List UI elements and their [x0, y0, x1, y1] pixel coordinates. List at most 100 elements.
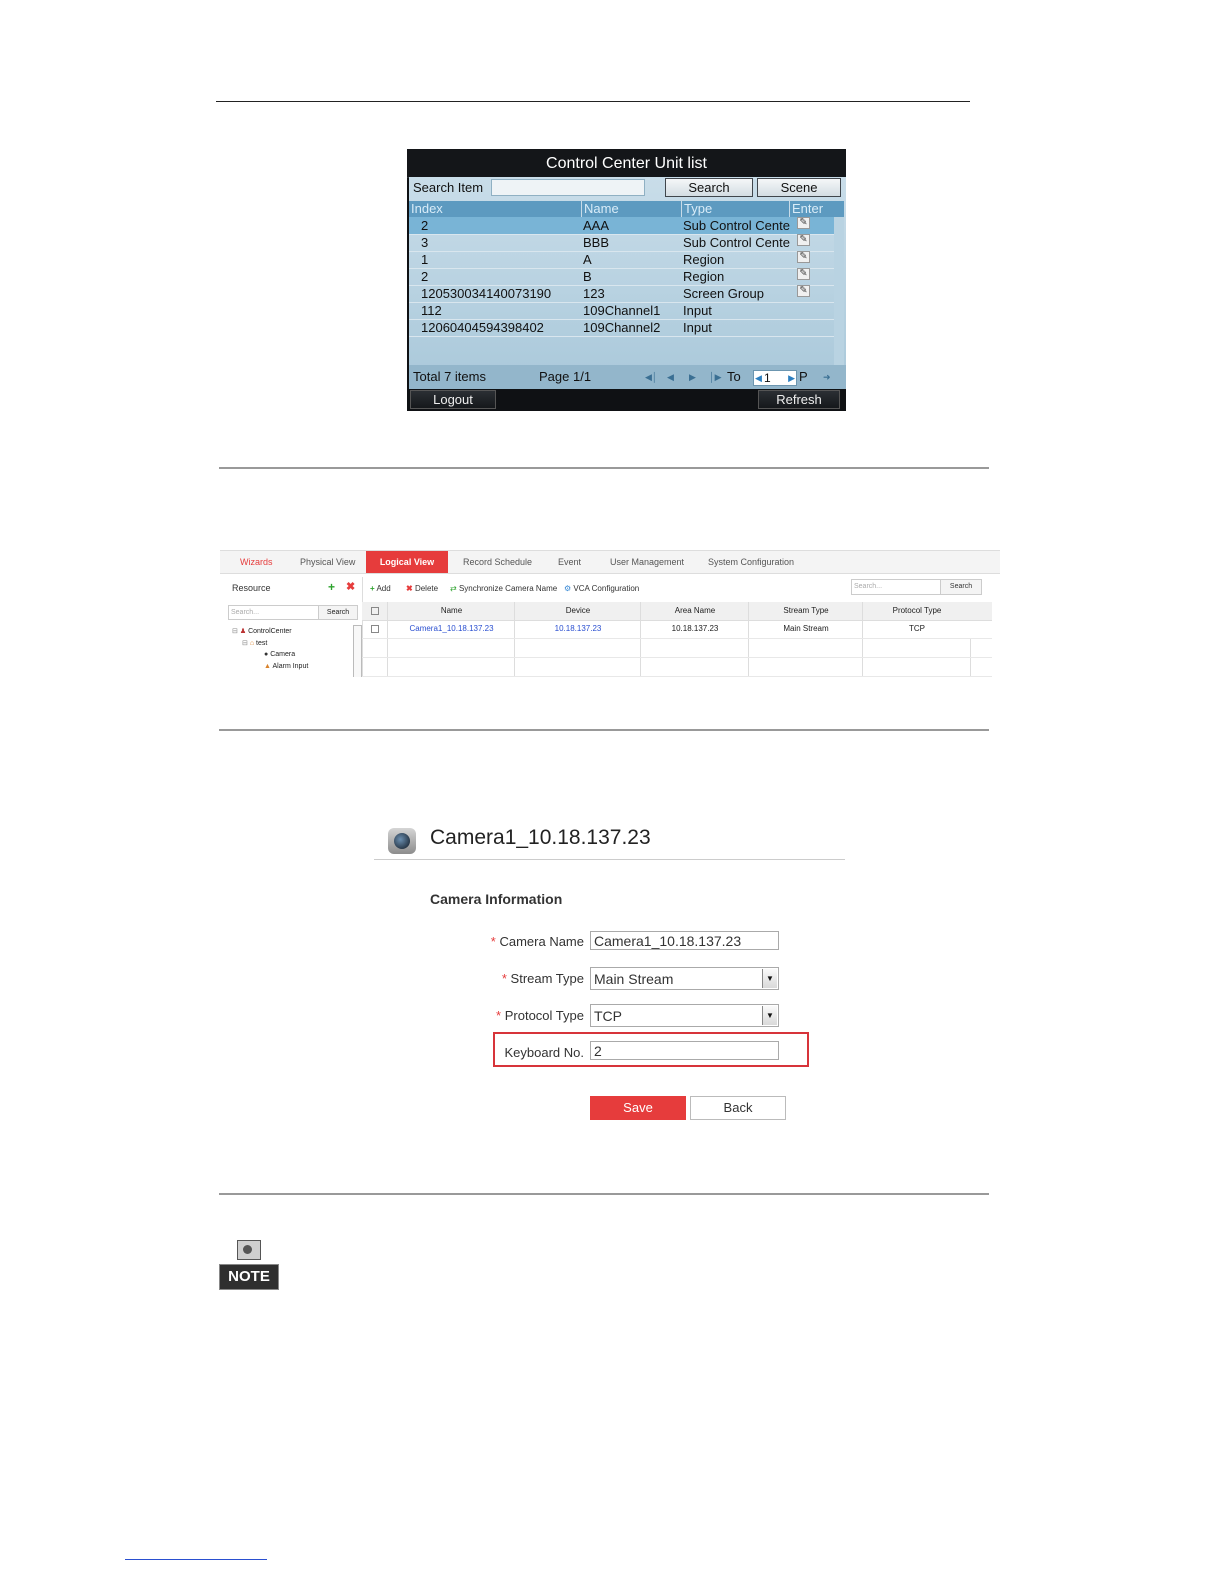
gear-icon: ⚙: [564, 584, 572, 593]
column-protocol-type[interactable]: Protocol Type: [862, 602, 971, 620]
tree-item-camera[interactable]: ● Camera: [264, 651, 295, 658]
column-type[interactable]: Type: [681, 201, 788, 217]
collapse-icon[interactable]: ⊟: [242, 640, 248, 647]
delete-icon: ✖: [406, 584, 413, 593]
keyboard-no-label: Keyboard No.: [504, 1045, 585, 1060]
stream-type-value: Main Stream: [594, 971, 674, 987]
row-camera-name-link[interactable]: Camera1_10.18.137.23: [387, 620, 515, 638]
tree-scrollbar[interactable]: [353, 625, 362, 677]
chevron-down-icon[interactable]: ▼: [762, 969, 777, 988]
scene-button[interactable]: Scene: [757, 178, 841, 197]
protocol-type-select[interactable]: TCP ▼: [590, 1004, 779, 1027]
camera-name-input[interactable]: Camera1_10.18.137.23: [590, 931, 779, 950]
synchronize-camera-name-button[interactable]: ⇄ Synchronize Camera Name: [450, 584, 557, 593]
tree-item-controlcenter[interactable]: ⊟ ♟ ControlCenter: [232, 627, 292, 635]
table-row[interactable]: 2 B Region ✎: [409, 268, 834, 286]
home-icon: ⌂: [249, 640, 255, 647]
row-index: 1: [421, 252, 429, 267]
go-page-icon[interactable]: ➜: [823, 365, 831, 389]
keyboard-no-input[interactable]: 2: [590, 1041, 779, 1060]
row-name: 123: [583, 286, 605, 301]
grid-header: Name Device Area Name Stream Type Protoc…: [362, 602, 992, 621]
note-icon: NOTE: [219, 1240, 279, 1290]
table-row: [362, 658, 992, 677]
first-page-icon[interactable]: ◀│: [645, 365, 658, 389]
resource-search-button[interactable]: Search: [318, 605, 358, 620]
page-number-input[interactable]: ◀ 1 ▶: [753, 370, 797, 386]
delete-resource-icon[interactable]: ✖: [346, 580, 355, 593]
row-checkbox[interactable]: [362, 620, 387, 638]
table-row[interactable]: 1 A Region ✎: [409, 251, 834, 269]
next-page-icon[interactable]: ▶: [689, 365, 696, 389]
delete-button[interactable]: ✖ Delete: [406, 584, 438, 593]
resource-search-input[interactable]: Search...: [228, 605, 320, 620]
tab-user-management[interactable]: User Management: [610, 551, 684, 573]
add-resource-icon[interactable]: +: [328, 580, 335, 594]
column-device[interactable]: Device: [514, 602, 641, 620]
resource-title: Resource: [232, 583, 271, 593]
table-row[interactable]: 3 BBB Sub Control Cente ✎: [409, 234, 834, 252]
page-increment-icon[interactable]: ▶: [788, 371, 795, 385]
label-text: Protocol Type: [504, 1008, 584, 1023]
edit-pencil-icon[interactable]: ✎: [797, 217, 810, 229]
table-row[interactable]: 2 AAA Sub Control Cente ✎: [409, 217, 834, 235]
column-stream-type[interactable]: Stream Type: [748, 602, 863, 620]
row-name: 109Channel1: [583, 303, 661, 318]
table-row[interactable]: 12060404594398402 109Channel2 Input: [409, 319, 834, 337]
last-page-icon[interactable]: │▶: [709, 365, 722, 389]
logical-view-screenshot: Wizards Physical View Logical View Recor…: [220, 550, 1000, 677]
tab-wizards[interactable]: Wizards: [240, 551, 273, 573]
select-all-checkbox[interactable]: [362, 602, 387, 620]
tab-system-configuration[interactable]: System Configuration: [708, 551, 794, 573]
edit-pencil-icon[interactable]: ✎: [797, 251, 810, 263]
table-scrollbar[interactable]: [834, 217, 844, 365]
table-row[interactable]: 112 109Channel1 Input: [409, 302, 834, 320]
collapse-icon[interactable]: ⊟: [232, 628, 238, 635]
chevron-down-icon[interactable]: ▼: [762, 1006, 777, 1025]
row-index: 2: [421, 218, 429, 233]
to-label: To: [727, 369, 741, 384]
row-type: Sub Control Cente: [683, 218, 790, 233]
tree-item-alarm-input[interactable]: ▲ Alarm Input: [264, 663, 308, 670]
table-row[interactable]: 120530034140073190 123 Screen Group ✎: [409, 285, 834, 303]
tab-logical-view[interactable]: Logical View: [366, 551, 448, 573]
top-search-button[interactable]: Search: [940, 579, 982, 595]
control-center-icon: ♟: [239, 628, 247, 635]
save-button[interactable]: Save: [590, 1096, 686, 1120]
edit-pencil-icon[interactable]: ✎: [797, 285, 810, 297]
logout-button[interactable]: Logout: [410, 390, 496, 409]
row-type: Region: [683, 252, 725, 267]
required-mark: *: [490, 934, 496, 949]
column-enter[interactable]: Enter: [789, 201, 834, 217]
search-button[interactable]: Search: [665, 178, 753, 197]
vca-configuration-button[interactable]: ⚙ VCA Configuration: [564, 584, 639, 593]
dialog-title: Control Center Unit list: [407, 149, 846, 178]
sync-label: Synchronize Camera Name: [458, 584, 558, 593]
page-decrement-icon[interactable]: ◀: [755, 371, 762, 385]
edit-pencil-icon[interactable]: ✎: [797, 234, 810, 246]
top-search-input[interactable]: Search...: [851, 579, 941, 595]
row-type: Input: [683, 303, 712, 318]
row-type: Sub Control Cente: [683, 235, 790, 250]
tab-record-schedule[interactable]: Record Schedule: [463, 551, 532, 573]
camera-name-label: * Camera Name: [454, 934, 584, 949]
table-row[interactable]: Camera1_10.18.137.23 10.18.137.23 10.18.…: [362, 620, 992, 639]
column-name[interactable]: Name: [581, 201, 680, 217]
row-device-link[interactable]: 10.18.137.23: [514, 620, 641, 638]
section-separator-2: [219, 729, 989, 731]
add-button[interactable]: + Add: [370, 584, 391, 593]
tab-event[interactable]: Event: [558, 551, 581, 573]
section-separator-3: [219, 1193, 989, 1195]
stream-type-select[interactable]: Main Stream ▼: [590, 967, 779, 990]
prev-page-icon[interactable]: ◀: [667, 365, 674, 389]
column-name[interactable]: Name: [387, 602, 515, 620]
tab-physical-view[interactable]: Physical View: [300, 551, 355, 573]
column-area-name[interactable]: Area Name: [640, 602, 749, 620]
tree-item-test[interactable]: ⊟ ⌂ test: [242, 639, 267, 647]
search-item-input[interactable]: [491, 179, 645, 196]
note-label: NOTE: [219, 1264, 279, 1290]
edit-pencil-icon[interactable]: ✎: [797, 268, 810, 280]
back-button[interactable]: Back: [690, 1096, 786, 1120]
column-index[interactable]: Index: [409, 201, 581, 217]
refresh-button[interactable]: Refresh: [758, 390, 840, 409]
